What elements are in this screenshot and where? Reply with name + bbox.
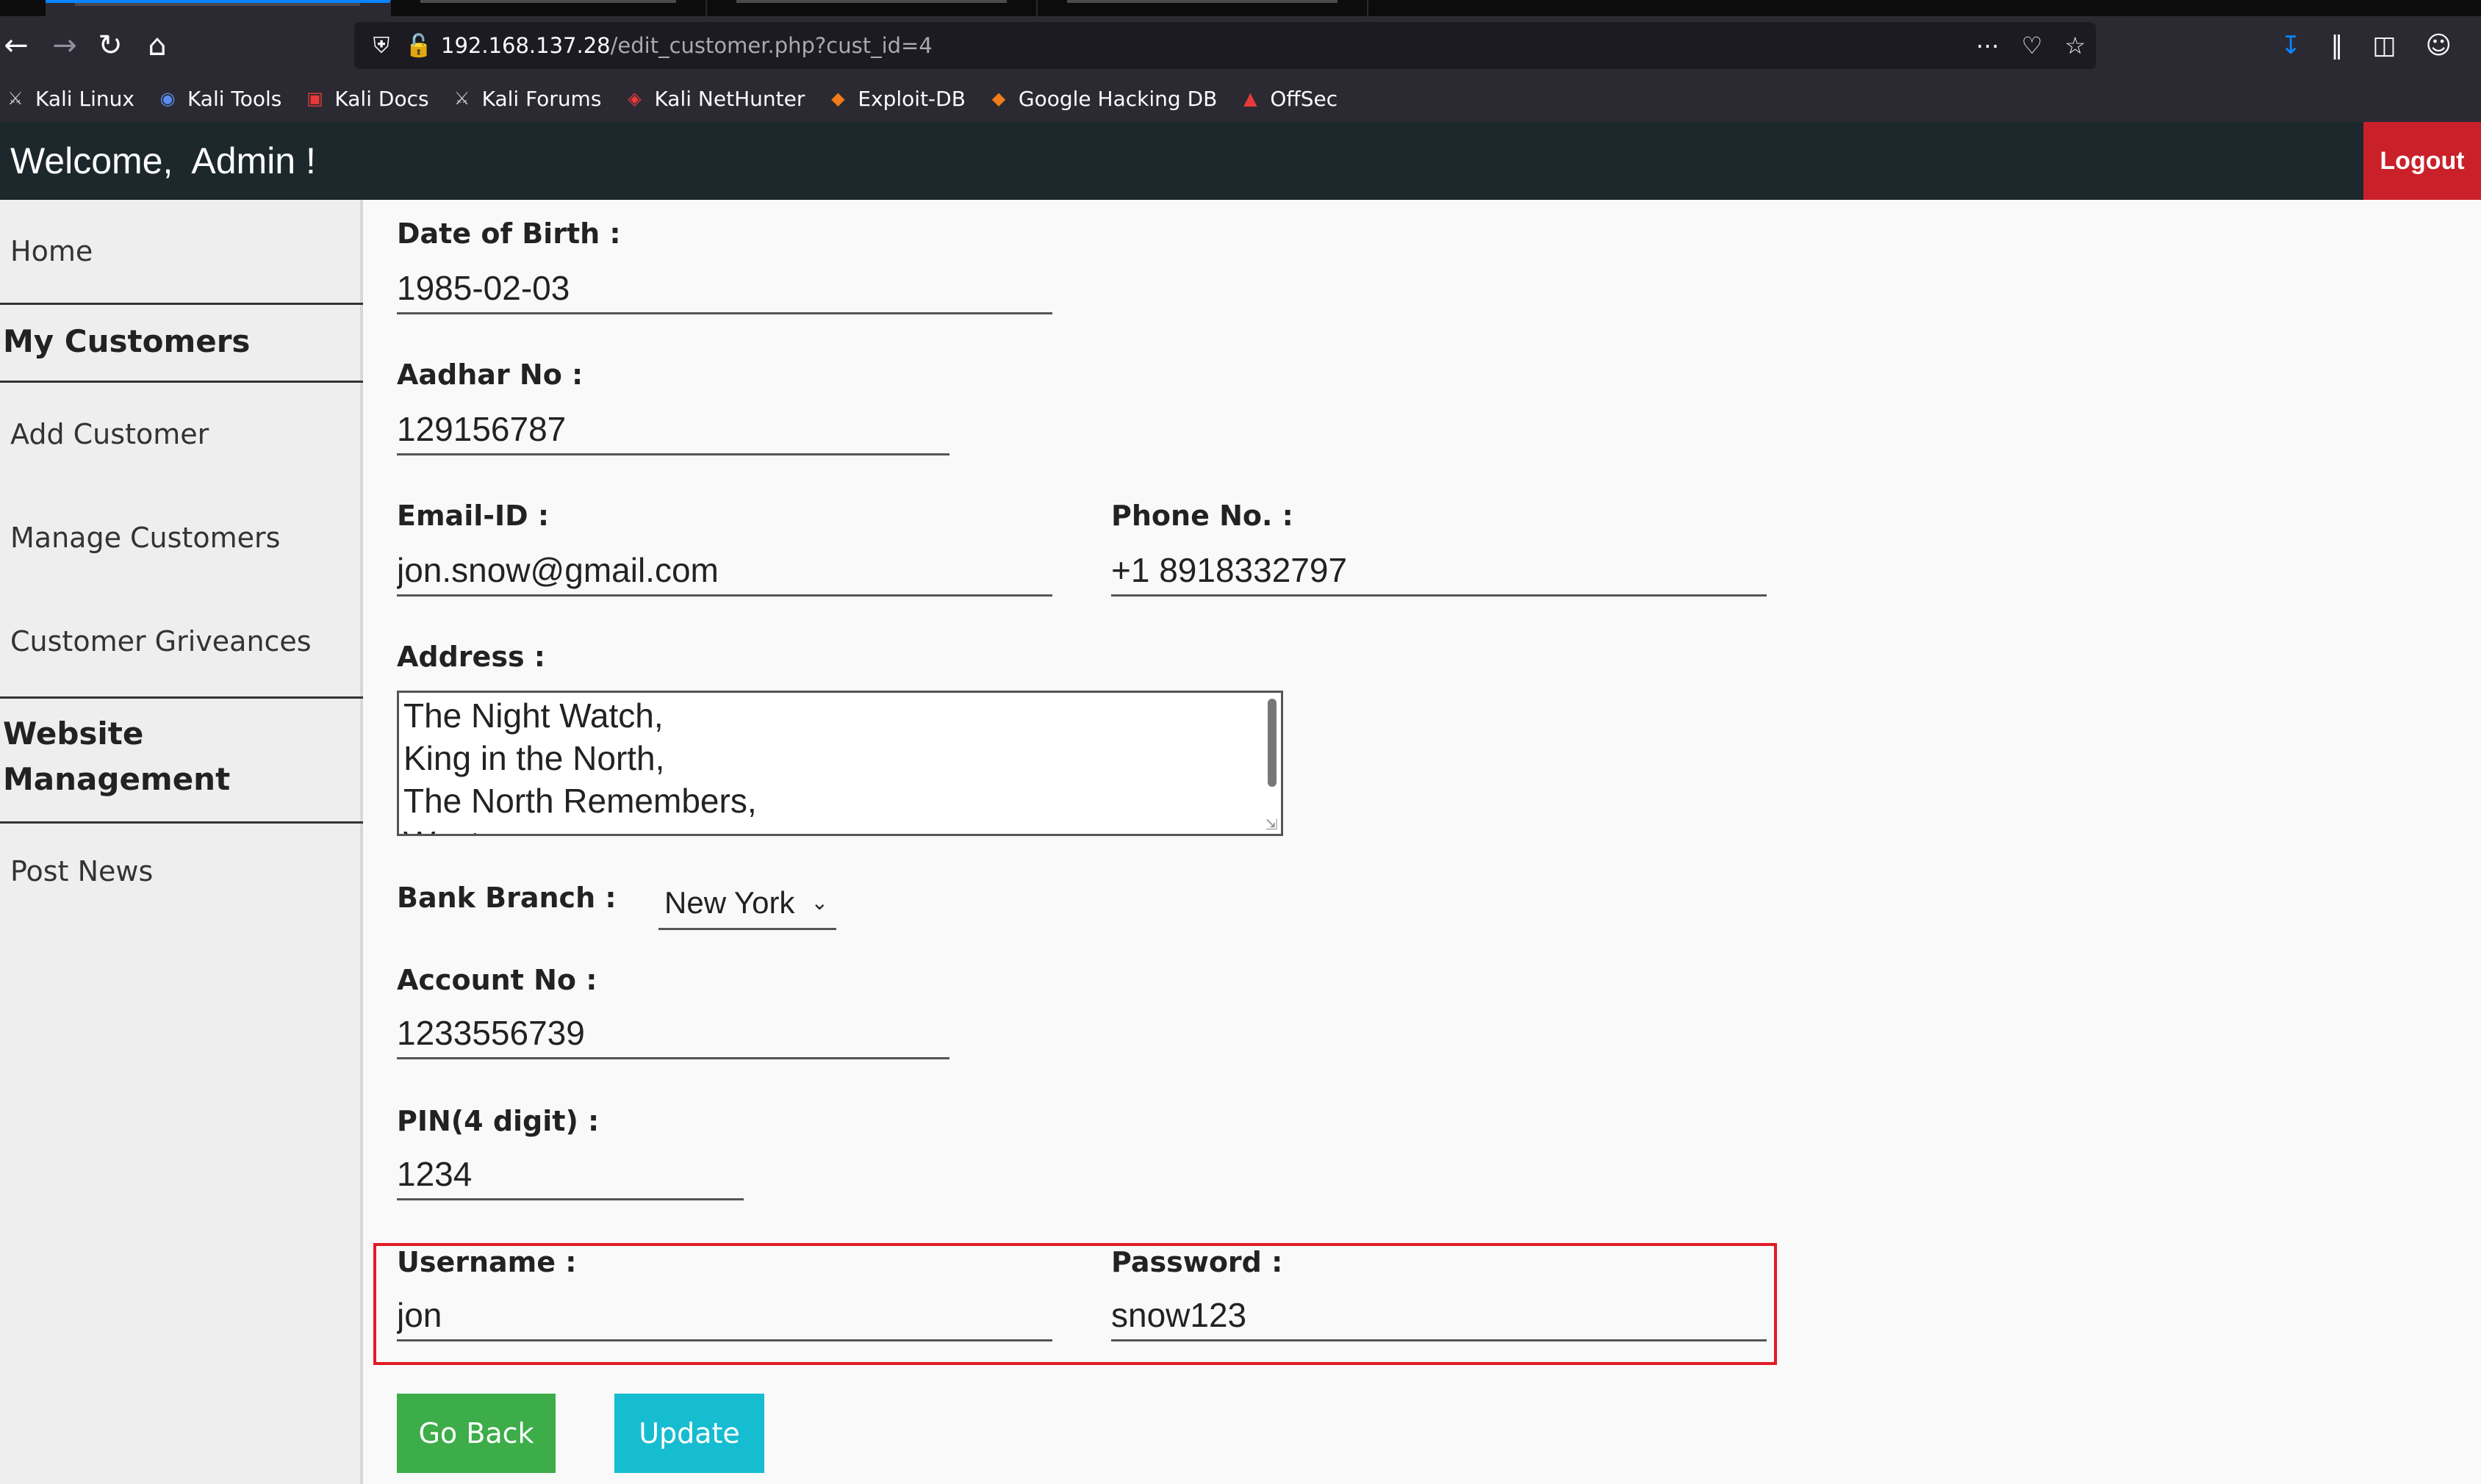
bookmark-label: Kali Docs [334, 86, 429, 111]
branch-select[interactable]: New York ⌄ [658, 877, 836, 930]
star-bookmark-icon[interactable]: ☆ [2064, 32, 2086, 60]
app-header: Welcome, Admin ! Logout [0, 122, 2481, 200]
bookmark-item[interactable]: ◆ Exploit-DB [827, 87, 966, 111]
username-input[interactable] [397, 1290, 1052, 1341]
url-text[interactable]: 192.168.137.28/edit_customer.php?cust_id… [441, 22, 933, 69]
right-toolbar: ↧ ‖ ◫ ☺ [2280, 24, 2452, 68]
branch-selected-value: New York [664, 885, 795, 920]
account-input[interactable] [397, 1008, 949, 1059]
url-host: 192.168.137.28 [441, 33, 611, 58]
sidebar-item-post-news[interactable]: Post News [0, 824, 363, 919]
address-bar[interactable]: ⛨ 🔓 192.168.137.28/edit_customer.php?cus… [354, 22, 2096, 69]
branch-label: Bank Branch : [397, 882, 617, 914]
forward-arrow-icon[interactable]: → [43, 24, 87, 68]
tab-title-placeholder [75, 3, 360, 6]
resize-handle-icon[interactable]: ⇲ [1263, 816, 1279, 832]
browser-tab-active[interactable] [46, 0, 391, 16]
password-label: Password : [1111, 1246, 1283, 1278]
shield-icon[interactable]: ⛨ [367, 31, 395, 60]
browser-tab-strip [0, 0, 2481, 16]
sidebar-item-grievances[interactable]: Customer Griveances [0, 590, 363, 693]
bookmark-label: Kali Forums [481, 86, 602, 111]
account-icon[interactable]: ☺ [2426, 31, 2452, 60]
home-icon[interactable]: ⌂ [135, 24, 179, 68]
browser-toolbar: ← → ↻ ⌂ ⛨ 🔓 192.168.137.28/edit_customer… [0, 16, 2481, 75]
offsec-icon: ▲ [1243, 88, 1257, 109]
aadhar-input[interactable] [397, 404, 949, 455]
pin-label: PIN(4 digit) : [397, 1105, 600, 1137]
bookmark-label: OffSec [1270, 86, 1338, 111]
sidebar-item-add-customer[interactable]: Add Customer [0, 383, 363, 486]
bookmark-item[interactable]: ◉ Kali Tools [157, 87, 281, 111]
ghdb-icon: ◆ [991, 88, 1006, 109]
kali-tools-icon: ◉ [159, 88, 176, 109]
bookmark-label: Google Hacking DB [1018, 86, 1218, 111]
sidebar-toggle-icon[interactable]: ◫ [2372, 31, 2396, 60]
tab-title-placeholder [420, 0, 676, 3]
tab-title-placeholder [736, 0, 1007, 3]
pocket-icon[interactable]: ♡ [2022, 32, 2043, 60]
address-label: Address : [397, 641, 545, 673]
logout-button[interactable]: Logout [2363, 122, 2481, 200]
bookmark-label: Kali Linux [35, 86, 134, 111]
chevron-down-icon: ⌄ [811, 891, 828, 914]
url-actions: ⋯ ♡ ☆ [1976, 22, 2086, 69]
exploit-db-icon: ◆ [831, 88, 845, 109]
url-path: /edit_customer.php?cust_id=4 [610, 33, 933, 58]
sidebar-divider [0, 303, 363, 305]
bookmark-item[interactable]: ◈ Kali NetHunter [623, 87, 805, 111]
bookmark-label: Kali Tools [187, 86, 282, 111]
bookmark-item[interactable]: ▣ Kali Docs [304, 86, 429, 111]
dob-input[interactable] [397, 263, 1052, 314]
bookmark-item[interactable]: ⚔ Kali Linux [4, 87, 134, 111]
bookmark-item[interactable]: ◆ Google Hacking DB [988, 86, 1218, 111]
bookmark-item[interactable]: ▲ OffSec [1239, 87, 1338, 111]
back-arrow-icon[interactable]: ← [0, 24, 38, 68]
bookmark-label: Exploit-DB [858, 86, 966, 111]
download-icon[interactable]: ↧ [2280, 31, 2302, 60]
bookmark-label: Kali NetHunter [654, 86, 805, 111]
go-back-button[interactable]: Go Back [397, 1394, 556, 1473]
pin-input[interactable] [397, 1149, 744, 1200]
sidebar-divider [0, 696, 363, 699]
section-title-line: Management [3, 761, 231, 797]
address-text: The Night Watch, King in the North, The … [403, 696, 757, 834]
browser-tab[interactable] [1038, 0, 1368, 16]
update-button[interactable]: Update [614, 1394, 764, 1473]
phone-input[interactable] [1111, 545, 1767, 597]
bookmarks-bar: ⚔ Kali Linux ◉ Kali Tools ▣ Kali Docs ⚔ Kali Fo… [0, 75, 2481, 122]
more-actions-icon[interactable]: ⋯ [1976, 32, 2000, 60]
insecure-lock-icon[interactable]: 🔓 [404, 31, 434, 60]
bookmark-item[interactable]: ⚔ Kali Forums [451, 87, 602, 111]
nethunter-icon: ◈ [628, 88, 642, 109]
textarea-scrollbar[interactable] [1268, 699, 1277, 787]
browser-tab[interactable] [391, 0, 707, 16]
library-icon[interactable]: ‖ [2330, 31, 2343, 60]
account-label: Account No : [397, 964, 597, 996]
address-textarea[interactable]: The Night Watch, King in the North, The … [397, 691, 1283, 836]
kali-dragon-icon: ⚔ [7, 88, 24, 109]
username-label: Username : [397, 1246, 577, 1278]
sidebar-section-website-management: Website Management [0, 711, 363, 802]
section-title-line: Website [3, 716, 144, 752]
kali-docs-icon: ▣ [306, 88, 323, 109]
browser-tab[interactable] [707, 0, 1038, 16]
sidebar-section-customers: My Customers [3, 323, 251, 359]
phone-label: Phone No. : [1111, 500, 1293, 532]
reload-icon[interactable]: ↻ [88, 24, 132, 68]
email-label: Email-ID : [397, 500, 550, 532]
tab-title-placeholder [1067, 0, 1338, 3]
dob-label: Date of Birth : [397, 217, 621, 250]
sidebar-item-home[interactable]: Home [0, 200, 363, 303]
sidebar: Home My Customers Add Customer Manage Cu… [0, 200, 363, 1484]
kali-forums-icon: ⚔ [453, 88, 470, 109]
sidebar-item-manage-customers[interactable]: Manage Customers [0, 486, 363, 590]
welcome-message: Welcome, Admin ! [10, 140, 316, 181]
aadhar-label: Aadhar No : [397, 359, 584, 391]
email-input[interactable] [397, 545, 1052, 597]
password-input[interactable] [1111, 1290, 1767, 1341]
